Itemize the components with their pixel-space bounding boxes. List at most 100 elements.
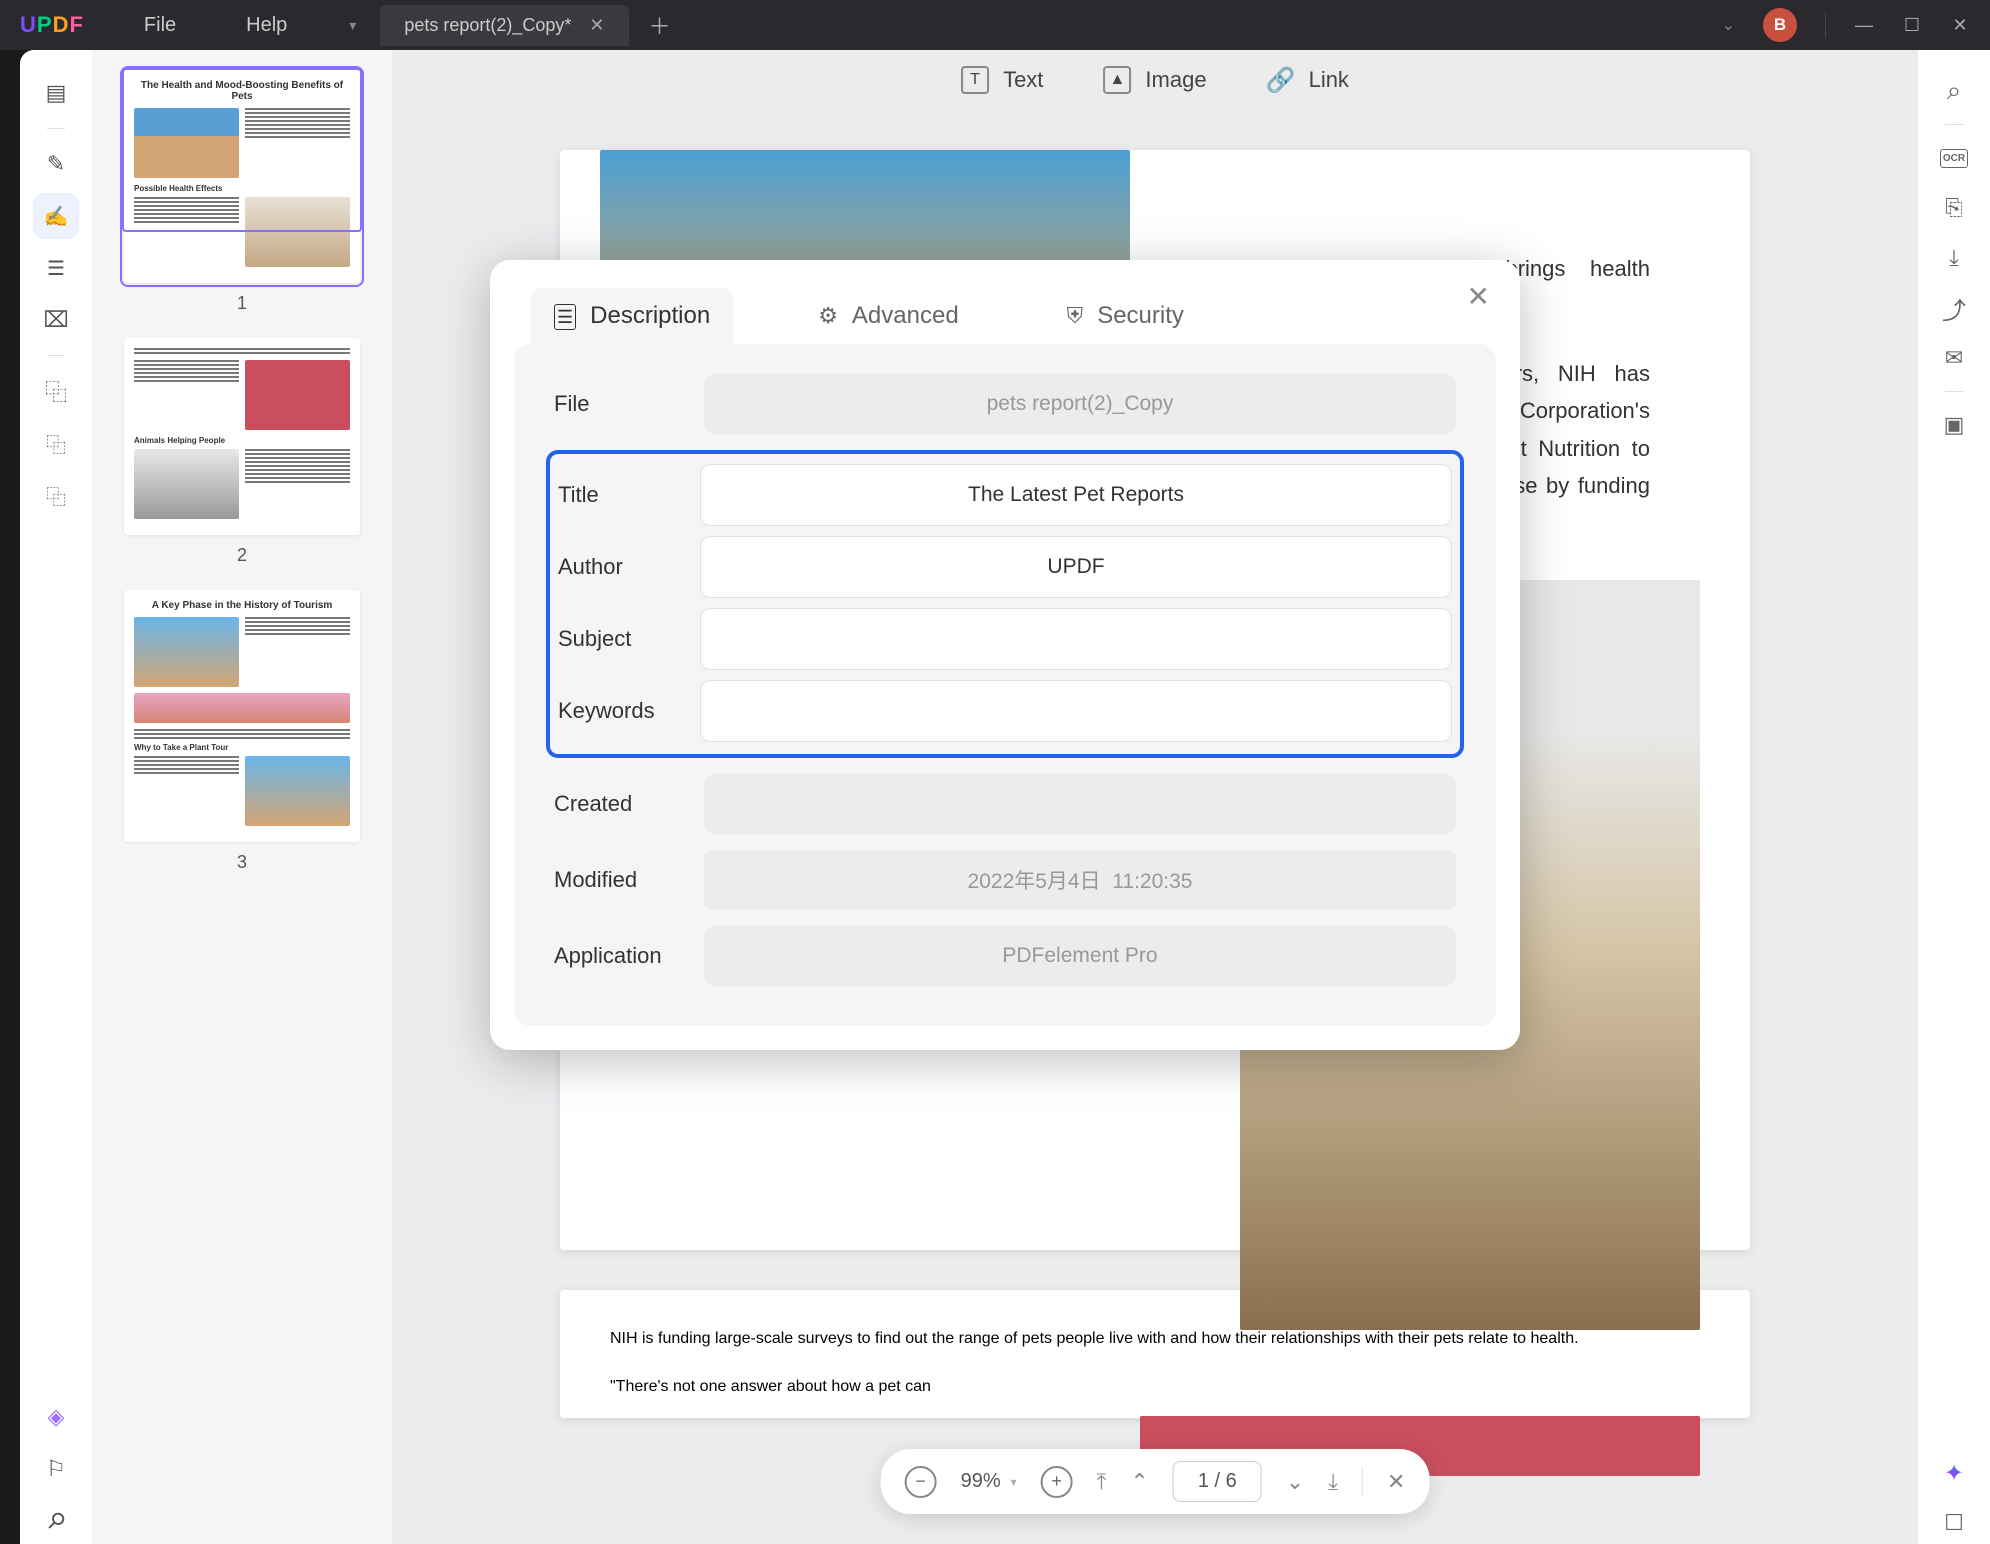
download-icon[interactable] [1933,237,1975,279]
bookmark-icon[interactable] [33,1446,79,1492]
tab-advanced[interactable]: Advanced [794,288,982,344]
tab-bar: ▾ pets report(2)_Copy* ✕ ＋ [337,5,670,46]
thumb-image [245,360,350,430]
label-title: Title [558,482,700,508]
thumb-subheading: Possible Health Effects [134,184,350,193]
label-created: Created [554,791,704,817]
field-subject: Subject [558,608,1452,670]
thumb-image [134,617,239,687]
divider [1945,124,1963,125]
field-application: Application [554,926,1456,986]
chevron-down-icon: ▾ [1011,1475,1017,1489]
pages-tool-icon[interactable] [33,420,79,466]
crop-tool-icon[interactable] [33,297,79,343]
link-tool-icon: 🔗 [1267,66,1295,94]
thumbnail-page-3[interactable]: A Key Phase in the History of Tourism Wh… [124,590,360,842]
divider [1362,1468,1363,1496]
edit-toolbar: TText ▲Image 🔗Link [961,66,1349,94]
tab-description[interactable]: Description [530,288,734,344]
thumbnail-panel: The Health and Mood-Boosting Benefits of… [92,50,392,1544]
user-avatar[interactable]: B [1763,8,1797,42]
menu-help[interactable]: Help [246,14,287,37]
field-file: File [554,374,1456,434]
close-toolbar-icon[interactable]: ✕ [1387,1469,1405,1495]
thumb-image [134,108,239,178]
thumb-number: 1 [124,293,360,314]
text-tool-icon: T [961,66,989,94]
layers-icon[interactable] [33,1394,79,1440]
field-modified: Modified [554,850,1456,910]
zoom-in-icon[interactable]: + [1041,1466,1073,1498]
minimize-icon[interactable]: — [1854,15,1874,36]
image-tool[interactable]: ▲Image [1103,66,1206,94]
ocr-icon[interactable] [1933,137,1975,179]
thumb-image [134,449,239,519]
page-text: "There's not one answer about how a pet … [610,1378,1155,1396]
close-window-icon[interactable]: ✕ [1950,15,1970,36]
right-toolbar: ✦ [1918,50,1990,1544]
dialog-tabs: Description Advanced Security ✕ [490,260,1520,344]
input-file [704,374,1456,434]
divider [1945,391,1963,392]
reader-tool-icon[interactable] [33,70,79,116]
form-tool-icon[interactable] [33,245,79,291]
prev-page-icon[interactable]: ⌃ [1130,1469,1148,1495]
zoom-level[interactable]: 99%▾ [961,1470,1017,1493]
search-icon[interactable] [1933,70,1975,112]
tab-dropdown-icon[interactable]: ▾ [337,9,368,42]
comment-icon[interactable] [1933,1502,1975,1544]
titlebar: UPDF File Help ▾ pets report(2)_Copy* ✕ … [0,0,1990,50]
page-text: NIH is funding large-scale surveys to fi… [610,1330,1700,1348]
main-menu: File Help [144,14,287,37]
next-page-icon[interactable]: ⌄ [1286,1469,1304,1495]
thumb-title: A Key Phase in the History of Tourism [134,600,350,611]
input-created [704,774,1456,834]
mail-icon[interactable] [1933,337,1975,379]
organize-tool-icon[interactable] [33,368,79,414]
document-tab[interactable]: pets report(2)_Copy* ✕ [380,5,628,46]
editable-fields-highlight: Title Author Subject Keywords [546,450,1464,758]
share-icon[interactable] [1933,287,1975,329]
input-modified [704,850,1456,910]
input-subject[interactable] [700,608,1452,670]
convert-icon[interactable] [1933,187,1975,229]
maximize-icon[interactable]: ☐ [1902,15,1922,36]
page-indicator[interactable]: 1 / 6 [1173,1461,1262,1502]
input-keywords[interactable] [700,680,1452,742]
edit-tool-icon[interactable] [33,193,79,239]
thumb-image [245,756,350,826]
add-tab-icon[interactable]: ＋ [649,9,671,41]
label-modified: Modified [554,867,704,893]
tab-security[interactable]: Security [1043,288,1208,344]
input-author[interactable] [700,536,1452,598]
last-page-icon[interactable]: ⤓ [1328,1469,1338,1495]
close-dialog-icon[interactable]: ✕ [1467,280,1490,313]
thumb-subheading: Animals Helping People [134,436,350,445]
thumb-number: 2 [124,545,360,566]
input-title[interactable] [700,464,1452,526]
ai-icon[interactable]: ✦ [1933,1452,1975,1494]
description-icon [554,302,576,330]
chevron-down-icon[interactable]: ⌄ [1722,15,1735,35]
close-tab-icon[interactable]: ✕ [589,15,604,36]
attachment-icon[interactable] [33,1498,79,1544]
thumb-subheading: Why to Take a Plant Tour [134,743,350,752]
divider [47,128,65,129]
thumbnail-page-2[interactable]: Animals Helping People [124,338,360,535]
save-icon[interactable] [1933,404,1975,446]
bottom-toolbar: − 99%▾ + ⤒ ⌃ 1 / 6 ⌄ ⤓ ✕ [881,1449,1430,1514]
compare-tool-icon[interactable] [33,472,79,518]
thumbnail-page-1[interactable]: The Health and Mood-Boosting Benefits of… [124,70,360,283]
app-logo: UPDF [20,12,84,38]
shield-icon [1067,302,1084,330]
link-tool[interactable]: 🔗Link [1267,66,1349,94]
menu-file[interactable]: File [144,14,176,37]
first-page-icon[interactable]: ⤒ [1097,1469,1107,1495]
titlebar-right: ⌄ B — ☐ ✕ [1722,8,1970,42]
markup-tool-icon[interactable] [33,141,79,187]
text-tool[interactable]: TText [961,66,1043,94]
label-keywords: Keywords [558,698,700,724]
label-application: Application [554,943,704,969]
zoom-out-icon[interactable]: − [905,1466,937,1498]
left-toolbar [20,50,92,1544]
